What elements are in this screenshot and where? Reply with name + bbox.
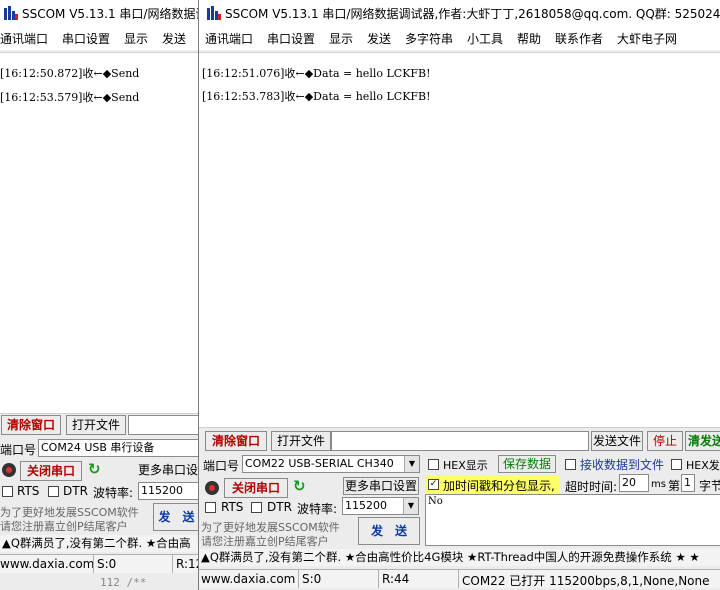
status-port-info: COM22 已打开 115200bps,8,1,None,None	[462, 574, 710, 588]
left-receive-area[interactable]: [16:12:50.872]收←◆Send [16:12:53.579]收←◆S…	[0, 52, 198, 414]
timestamp-checkbox[interactable]: ✓	[428, 479, 439, 490]
menu-tools[interactable]: 小工具	[467, 30, 503, 47]
ticker-bar: ▲Q群满员了,没有第二个群. ★合由高	[0, 535, 198, 552]
status-bar: www.daxia.com S:0 R:12	[0, 554, 198, 573]
left-sscom-window: SSCOM V5.13.1 串口/网络数据调 通讯端口 串口设置 显示 发送 […	[0, 0, 198, 590]
window-title: SSCOM V5.13.1 串口/网络数据调试器,作者:大虾丁丁,2618058…	[225, 7, 720, 21]
port-status-icon	[2, 463, 16, 477]
right-title-bar[interactable]: SSCOM V5.13.1 串口/网络数据调试器,作者:大虾丁丁,2618058…	[199, 0, 720, 26]
baud-select-value: 115200	[345, 499, 387, 512]
menu-display[interactable]: 显示	[124, 30, 148, 47]
byte-label: 字节	[699, 479, 720, 493]
dtr-label: DTR	[267, 500, 292, 514]
port-label: 端口号	[0, 443, 37, 457]
timeout-input[interactable]: 20	[619, 474, 649, 492]
menu-serial-settings[interactable]: 串口设置	[62, 30, 110, 47]
sscom-logo-icon	[207, 6, 221, 20]
timeout-unit: ms	[651, 479, 666, 490]
clear-window-button[interactable]: 清除窗口	[205, 431, 267, 451]
open-file-button[interactable]: 打开文件	[66, 415, 126, 435]
ticker-bar: ▲Q群满员了,没有第二个群. ★合由高性价比4G模块 ★RT-Thread中国人…	[199, 549, 720, 566]
menu-send[interactable]: 发送	[367, 30, 391, 47]
send-text-area[interactable]: No	[425, 494, 720, 546]
timeout-label: 超时时间:	[565, 480, 618, 494]
menu-daxia-website[interactable]: 大虾电子网	[617, 30, 677, 47]
send-button[interactable]: 发 送	[358, 517, 420, 545]
promo-line-2: 请您注册嘉立创P结尾客户	[201, 535, 329, 548]
menu-serial-settings[interactable]: 串口设置	[267, 30, 315, 47]
port-status-icon	[205, 481, 219, 495]
code-hint: 112 /**	[100, 576, 147, 589]
chevron-down-icon[interactable]: ▼	[404, 456, 419, 472]
recv-to-file-checkbox[interactable]	[565, 459, 576, 470]
more-settings-link[interactable]: 更多串口设	[138, 461, 198, 478]
baud-select[interactable]: 115200	[138, 482, 198, 500]
save-data-button[interactable]: 保存数据	[498, 455, 556, 473]
log-line: [16:12:51.076]收←◆Data = hello LCKFB!	[202, 67, 431, 80]
page-label: 第	[668, 479, 681, 493]
menu-display[interactable]: 显示	[329, 30, 353, 47]
window-title: SSCOM V5.13.1 串口/网络数据调	[22, 7, 198, 21]
hex-display-label: HEX显示	[443, 459, 488, 472]
status-received: R:12	[176, 557, 198, 571]
log-line: [16:12:53.579]收←◆Send	[0, 91, 140, 104]
status-bar: www.daxia.com S:0 R:44 COM22 已打开 115200b…	[199, 569, 720, 588]
port-label: 端口号	[203, 459, 240, 473]
port-select-value: COM22 USB-SERIAL CH340	[245, 457, 394, 470]
log-line: [16:12:50.872]收←◆Send	[0, 67, 140, 80]
baud-label: 波特率:	[93, 486, 134, 500]
menu-send[interactable]: 发送	[162, 30, 186, 47]
clear-send-button[interactable]: 清发送	[685, 431, 720, 451]
stop-button[interactable]: 停止	[647, 431, 683, 451]
chevron-down-icon[interactable]: ▼	[403, 498, 418, 514]
file-path-field[interactable]	[128, 415, 198, 435]
menu-comm-port[interactable]: 通讯端口	[0, 30, 48, 47]
status-url[interactable]: www.daxia.com	[201, 572, 295, 586]
open-file-button[interactable]: 打开文件	[271, 431, 331, 451]
send-button[interactable]: 发 送	[153, 503, 198, 531]
close-port-button[interactable]: 关闭串口	[20, 461, 82, 481]
refresh-icon[interactable]: ↻	[293, 477, 306, 495]
rts-checkbox[interactable]	[2, 486, 13, 497]
hex-send-label: HEX发送	[686, 459, 720, 472]
left-title-bar[interactable]: SSCOM V5.13.1 串口/网络数据调	[0, 0, 198, 26]
status-url[interactable]: www.daxia.com	[0, 557, 94, 571]
timestamp-label: 加时间戳和分包显示,	[443, 479, 555, 493]
baud-select[interactable]: 115200 ▼	[342, 497, 419, 515]
clear-window-button[interactable]: 清除窗口	[1, 415, 61, 435]
menu-help[interactable]: 帮助	[517, 30, 541, 47]
rts-checkbox[interactable]	[205, 502, 216, 513]
menu-comm-port[interactable]: 通讯端口	[205, 30, 253, 47]
right-receive-area[interactable]: [16:12:51.076]收←◆Data = hello LCKFB! [16…	[199, 52, 720, 428]
right-menu-bar: 通讯端口 串口设置 显示 发送 多字符串 小工具 帮助 联系作者 大虾电子网	[199, 26, 720, 50]
more-settings-button[interactable]: 更多串口设置	[343, 477, 419, 495]
promo-line-2: 请您注册嘉立创P结尾客户	[0, 520, 128, 533]
recv-to-file-label: 接收数据到文件	[580, 458, 665, 472]
rts-label: RTS	[221, 500, 244, 514]
dtr-label: DTR	[63, 484, 88, 498]
port-select[interactable]: COM24 USB 串行设备	[38, 439, 198, 457]
menu-multi-string[interactable]: 多字符串	[405, 30, 453, 47]
status-sent: S:0	[302, 572, 322, 586]
send-file-button[interactable]: 发送文件	[591, 431, 643, 451]
rts-label: RTS	[17, 484, 40, 498]
sscom-logo-icon	[4, 6, 18, 20]
status-sent: S:0	[97, 557, 117, 571]
status-received: R:44	[382, 572, 410, 586]
menu-contact-author[interactable]: 联系作者	[555, 30, 603, 47]
right-sscom-window: SSCOM V5.13.1 串口/网络数据调试器,作者:大虾丁丁,2618058…	[198, 0, 720, 590]
hex-display-checkbox[interactable]	[428, 459, 439, 470]
close-port-button[interactable]: 关闭串口	[224, 478, 288, 498]
left-menu-bar: 通讯端口 串口设置 显示 发送	[0, 26, 198, 50]
page-input[interactable]: 1	[681, 474, 695, 492]
log-line: [16:12:53.783]收←◆Data = hello LCKFB!	[202, 90, 431, 103]
port-select[interactable]: COM22 USB-SERIAL CH340 ▼	[242, 455, 420, 473]
refresh-icon[interactable]: ↻	[88, 460, 101, 478]
baud-label: 波特率:	[297, 502, 338, 516]
file-path-field[interactable]	[331, 431, 589, 451]
hex-send-checkbox[interactable]	[671, 459, 682, 470]
dtr-checkbox[interactable]	[48, 486, 59, 497]
dtr-checkbox[interactable]	[251, 502, 262, 513]
